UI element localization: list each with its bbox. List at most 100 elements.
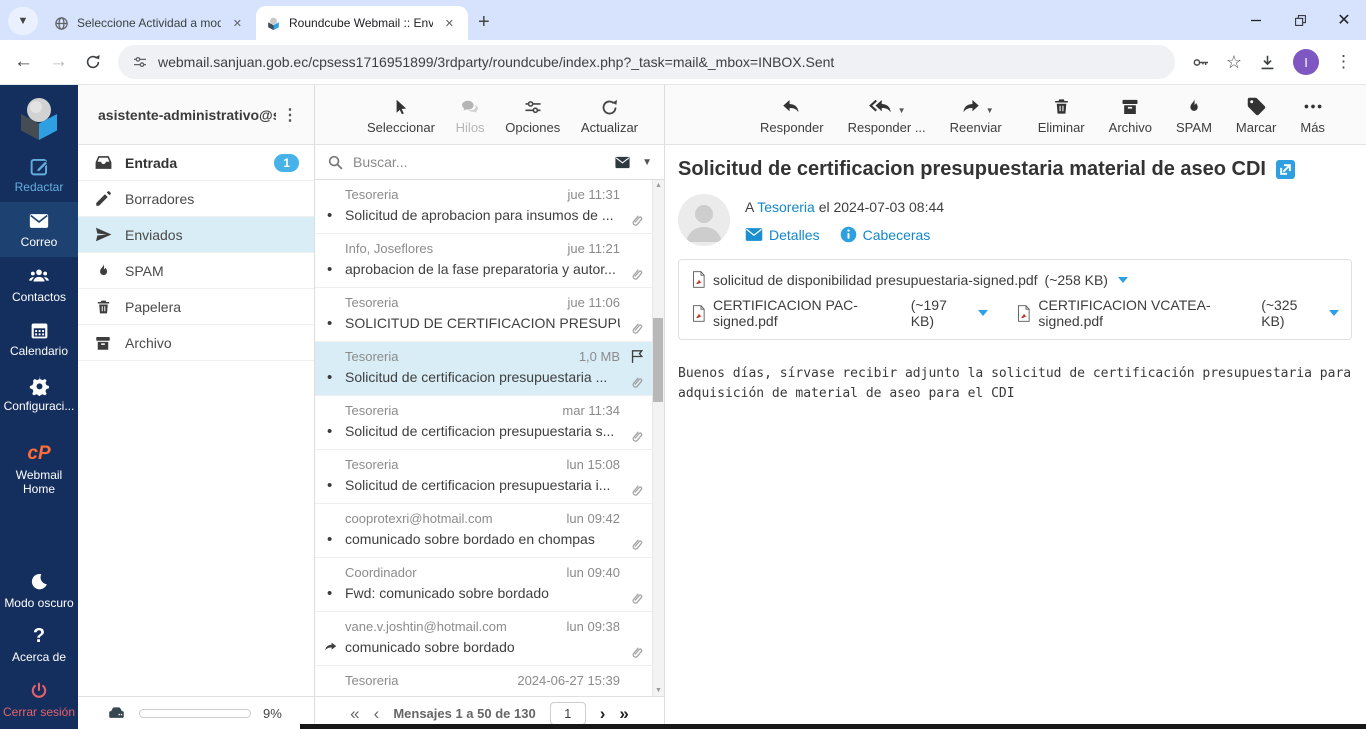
sidebar-item-mail[interactable]: Correo bbox=[0, 202, 78, 257]
attachment-name[interactable]: solicitud de disponibilidad presupuestar… bbox=[713, 272, 1038, 288]
sidebar-item-dark-mode[interactable]: Modo oscuro bbox=[0, 563, 78, 618]
reply-icon bbox=[779, 95, 804, 117]
sidebar-item-contacts[interactable]: Contactos bbox=[0, 257, 78, 312]
message-row[interactable]: Coordinadorlun 09:40 •Fwd: comunicado so… bbox=[315, 558, 664, 612]
site-settings-icon[interactable] bbox=[132, 54, 148, 70]
archive-button[interactable]: Archivo bbox=[1109, 95, 1152, 135]
browser-tab-2[interactable]: Roundcube Webmail :: Enviados ✕ bbox=[256, 6, 468, 40]
message-row[interactable]: Tesoreriajue 11:06 •SOLICITUD DE CERTIFI… bbox=[315, 288, 664, 342]
scroll-down-icon[interactable]: ▼ bbox=[655, 687, 662, 694]
browser-menu-icon[interactable]: ⋮ bbox=[1335, 52, 1352, 72]
next-page-button[interactable]: › bbox=[600, 705, 606, 722]
last-page-button[interactable]: » bbox=[619, 705, 628, 722]
sidebar-item-calendar[interactable]: Calendario bbox=[0, 311, 78, 366]
headers-link[interactable]: Cabeceras bbox=[840, 226, 931, 243]
folder-drafts[interactable]: Borradores bbox=[78, 181, 314, 217]
attachment-menu-caret[interactable] bbox=[1329, 310, 1339, 316]
browser-actions: ☆ I ⋮ bbox=[1191, 49, 1352, 75]
message-row[interactable]: Info, Josefloresjue 11:21 •aprobacion de… bbox=[315, 234, 664, 288]
back-button[interactable]: ← bbox=[14, 51, 33, 73]
folder-label: Enviados bbox=[125, 227, 183, 243]
message-row[interactable]: Tesorerialun 15:08 •Solicitud de certifi… bbox=[315, 450, 664, 504]
sidebar-item-webmail-home[interactable]: cP Webmail Home bbox=[0, 435, 78, 504]
sidebar-item-logout[interactable]: Cerrar sesión bbox=[0, 672, 78, 727]
refresh-button[interactable]: Actualizar bbox=[581, 95, 638, 135]
mark-button[interactable]: Marcar bbox=[1236, 95, 1276, 135]
row-date: mar 11:34 bbox=[562, 403, 620, 418]
delete-button[interactable]: Eliminar bbox=[1038, 95, 1085, 135]
row-sender: vane.v.joshtin@hotmail.com bbox=[345, 619, 567, 634]
reload-button[interactable] bbox=[84, 53, 102, 71]
attachment-item[interactable]: solicitud de disponibilidad presupuestar… bbox=[691, 270, 1128, 289]
bookmark-star-icon[interactable]: ☆ bbox=[1226, 52, 1242, 73]
options-button[interactable]: Opciones bbox=[505, 95, 560, 135]
scroll-up-icon[interactable]: ▲ bbox=[655, 182, 662, 189]
recipient-link[interactable]: Tesoreria bbox=[757, 199, 815, 215]
headers-label[interactable]: Cabeceras bbox=[863, 227, 931, 243]
sidebar-item-compose[interactable]: Redactar bbox=[0, 147, 78, 202]
tab-close-icon[interactable]: ✕ bbox=[229, 15, 246, 32]
toolbar-label: Reenviar bbox=[950, 120, 1002, 135]
sidebar-item-settings[interactable]: Configuraci... bbox=[0, 366, 78, 421]
search-options-chevron[interactable]: ▼ bbox=[642, 157, 652, 168]
profile-avatar[interactable]: I bbox=[1293, 49, 1319, 75]
quota-bar bbox=[139, 709, 251, 718]
close-button[interactable]: ✕ bbox=[1322, 0, 1366, 40]
list-scrollbar[interactable]: ▲ ▼ bbox=[652, 180, 664, 696]
attachment-item[interactable]: CERTIFICACION PAC-signed.pdf (~197 KB) bbox=[691, 297, 988, 329]
url-text: webmail.sanjuan.gob.ec/cpsess1716951899/… bbox=[158, 54, 1161, 70]
minimize-button[interactable] bbox=[1234, 0, 1278, 40]
reply-button[interactable]: Responder bbox=[760, 95, 824, 135]
forward-dropdown-caret[interactable]: ▼ bbox=[986, 106, 994, 115]
sidebar-item-about[interactable]: ? Acerca de bbox=[0, 617, 78, 672]
details-link[interactable]: Detalles bbox=[745, 227, 820, 243]
open-in-new-window-icon[interactable] bbox=[1276, 160, 1295, 179]
attachment-item[interactable]: CERTIFICACION VCATEA-signed.pdf (~325 KB… bbox=[1016, 297, 1339, 329]
folder-archive[interactable]: Archivo bbox=[78, 325, 314, 361]
forward-button[interactable]: ▼ Reenviar bbox=[950, 95, 1002, 135]
new-tab-button[interactable]: + bbox=[468, 11, 502, 40]
more-button[interactable]: Más bbox=[1300, 95, 1325, 135]
folder-sent[interactable]: Enviados bbox=[78, 217, 314, 253]
message-row[interactable]: Tesoreriajue 11:31 •Solicitud de aprobac… bbox=[315, 180, 664, 234]
account-header: asistente-administrativo@s... ⋮ bbox=[78, 85, 314, 145]
message-row[interactable]: vane.v.joshtin@hotmail.comlun 09:38 comu… bbox=[315, 612, 664, 666]
message-row[interactable]: Tesoreria2024-06-27 15:39 bbox=[315, 666, 664, 696]
spam-button[interactable]: SPAM bbox=[1176, 95, 1212, 135]
search-input[interactable] bbox=[353, 154, 603, 170]
folder-menu-icon[interactable]: ⋮ bbox=[276, 105, 304, 125]
attachment-name[interactable]: CERTIFICACION PAC-signed.pdf bbox=[713, 297, 904, 329]
page: ▼ Seleccione Actividad a modifica ✕ Roun… bbox=[0, 0, 1366, 729]
page-number-input[interactable] bbox=[550, 702, 586, 725]
details-label[interactable]: Detalles bbox=[769, 227, 820, 243]
scrollbar-thumb[interactable] bbox=[653, 318, 663, 402]
attachment-menu-caret[interactable] bbox=[978, 310, 988, 316]
url-bar[interactable]: webmail.sanjuan.gob.ec/cpsess1716951899/… bbox=[118, 45, 1175, 79]
prev-page-button[interactable]: ‹ bbox=[374, 705, 380, 722]
folder-inbox[interactable]: Entrada 1 bbox=[78, 145, 314, 181]
browser-tab-1[interactable]: Seleccione Actividad a modifica ✕ bbox=[44, 6, 256, 40]
first-page-button[interactable]: « bbox=[350, 705, 359, 722]
forward-button[interactable]: → bbox=[49, 51, 68, 73]
toolbar-label: Actualizar bbox=[581, 120, 638, 135]
password-key-icon[interactable] bbox=[1191, 53, 1210, 72]
attachment-name[interactable]: CERTIFICACION VCATEA-signed.pdf bbox=[1038, 297, 1254, 329]
attachment-menu-caret[interactable] bbox=[1118, 277, 1128, 283]
reply-all-icon bbox=[868, 96, 895, 117]
toolbar-label: Responder bbox=[760, 120, 824, 135]
message-row[interactable]: cooprotexri@hotmail.comlun 09:42 •comuni… bbox=[315, 504, 664, 558]
folder-trash[interactable]: Papelera bbox=[78, 289, 314, 325]
reply-all-dropdown-caret[interactable]: ▼ bbox=[898, 106, 906, 115]
tab-search-button[interactable]: ▼ bbox=[8, 7, 38, 35]
search-scope-icon[interactable] bbox=[612, 154, 633, 171]
threads-button[interactable]: Hilos bbox=[456, 95, 485, 135]
download-icon[interactable] bbox=[1258, 53, 1277, 72]
reply-all-button[interactable]: ▼ Responder ... bbox=[848, 95, 926, 135]
toolbar-label: Marcar bbox=[1236, 120, 1276, 135]
restore-button[interactable] bbox=[1278, 0, 1322, 40]
message-row[interactable]: Tesoreriamar 11:34 •Solicitud de certifi… bbox=[315, 396, 664, 450]
select-button[interactable]: Seleccionar bbox=[367, 95, 435, 135]
tab-close-icon[interactable]: ✕ bbox=[441, 15, 458, 32]
folder-spam[interactable]: SPAM bbox=[78, 253, 314, 289]
message-row-selected[interactable]: Tesoreria1,0 MB •Solicitud de certificac… bbox=[315, 342, 664, 396]
